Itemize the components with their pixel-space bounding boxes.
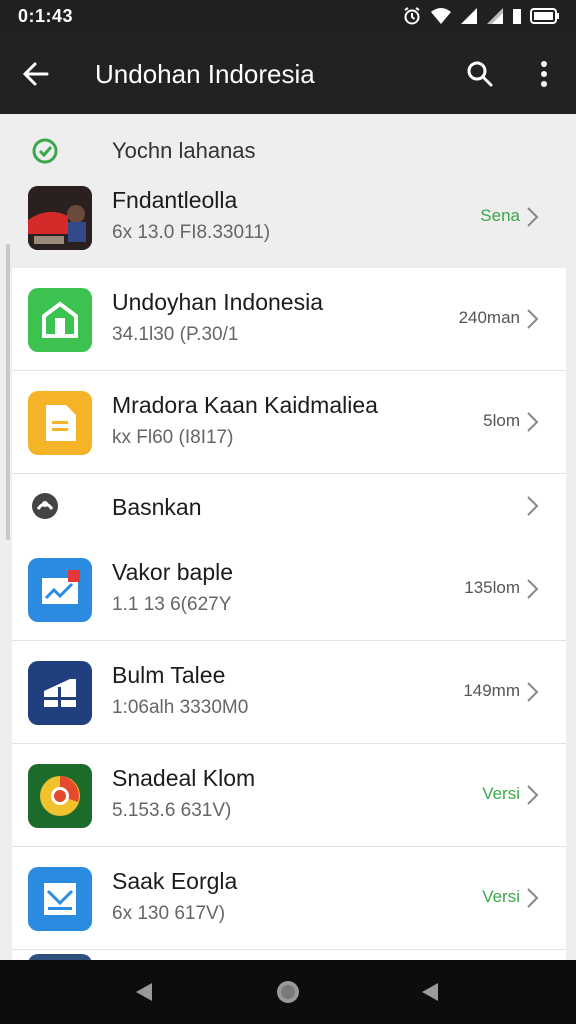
section-label: Yochn lahanas [112,138,256,163]
app-name: Mradora Kaan Kaidmaliea [112,392,378,418]
section-header-row[interactable]: Basnkan [12,474,566,538]
scrollbar[interactable] [6,244,10,540]
navigation-bar [0,960,576,1024]
search-icon [467,61,493,87]
list-item[interactable]: Bulm Talee 1:06alh 3330M0 149mm [12,641,566,744]
app-name: Saak Eorgla [112,868,238,894]
overflow-menu-button[interactable] [524,54,564,94]
green-home-icon [28,288,92,352]
app-list[interactable]: Yochn lahanas Fndantleolla 6x 13.0 FI8.3… [0,114,576,960]
photo-app-icon [28,186,92,250]
app-meta: 5lom [483,411,520,430]
app-name: Fndantleolla [112,187,238,213]
app-detail: kx Fl60 (I8I17) [112,427,234,448]
alarm-icon [402,6,422,26]
chevron-right-icon [524,410,540,434]
signal-icon [460,7,478,25]
check-circle-icon [30,136,60,166]
app-meta: Versi [482,887,520,906]
chevron-right-icon [524,886,540,910]
search-button[interactable] [460,54,500,94]
triangle-back-icon [136,983,152,1001]
page-title: Undohan Indoresia [95,59,315,89]
app-detail: 1:06alh 3330M0 [112,697,249,718]
list-item[interactable]: Undoyhan Indonesia 34.1l30 (P.30/1 240ma… [12,268,566,371]
app-name: Bulm Talee [112,662,226,688]
signal-icon-2 [486,7,504,25]
app-meta: Sena [480,206,520,225]
document-icon [28,391,92,455]
app-bar: Undohan Indoresia [0,32,576,114]
app-detail: 34.1l30 (P.30/1 [112,324,239,345]
app-detail: 6x 130 617V) [112,903,226,924]
grid-app-icon [28,661,92,725]
nav-back-button[interactable] [124,972,164,1012]
list-item[interactable]: Saak Eorgla 6x 130 617V) Versi [12,847,566,950]
chevron-right-icon [524,494,540,518]
chevron-right-icon [524,783,540,807]
nav-recents-button[interactable] [410,972,450,1012]
status-time: 0:1:43 [18,6,74,26]
triangle-recents-icon [422,983,438,1001]
app-name: Undoyhan Indonesia [112,289,323,315]
chevron-right-icon [524,577,540,601]
list-item[interactable]: Fndantleolla 6x 13.0 FI8.33011) Sena [12,166,566,268]
badge-icon [30,491,60,521]
list-item[interactable]: Snadeal Klom 5.153.6 631V) Versi [12,744,566,847]
nav-home-button[interactable] [268,972,308,1012]
more-vert-icon [541,61,547,87]
list-item[interactable]: Mradora Kaan Kaidmaliea kx Fl60 (I8I17) … [12,371,566,474]
mail-app-icon [28,867,92,931]
app-name: Snadeal Klom [112,765,256,791]
app-detail: 1.1 13 6(627Y [112,594,232,615]
status-icons [402,6,560,26]
circle-home-icon [277,981,299,1003]
app-meta: 149mm [463,681,520,700]
list-item[interactable]: Vakor baple 1.1 13 6(627Y 135lom [12,538,566,641]
app-meta: 135lom [464,578,520,597]
app-detail: 5.153.6 631V) [112,800,232,821]
arrow-left-icon [22,62,49,86]
wifi-icon [430,7,452,25]
chart-app-icon [28,558,92,622]
battery-icon [530,7,560,25]
status-bar: 0:1:43 [0,0,576,32]
chevron-right-icon [524,680,540,704]
app-meta: Versi [482,784,520,803]
app-detail: 6x 13.0 FI8.33011) [112,222,271,243]
list-item-partial[interactable] [12,950,566,960]
section-label: Basnkan [112,494,202,520]
chevron-right-icon [524,307,540,331]
app-meta: 240man [458,308,520,327]
sim-icon [512,7,522,25]
chrome-like-icon [28,764,92,828]
chevron-right-icon [524,205,540,229]
back-button[interactable] [16,54,56,94]
app-name: Vakor baple [112,559,234,585]
